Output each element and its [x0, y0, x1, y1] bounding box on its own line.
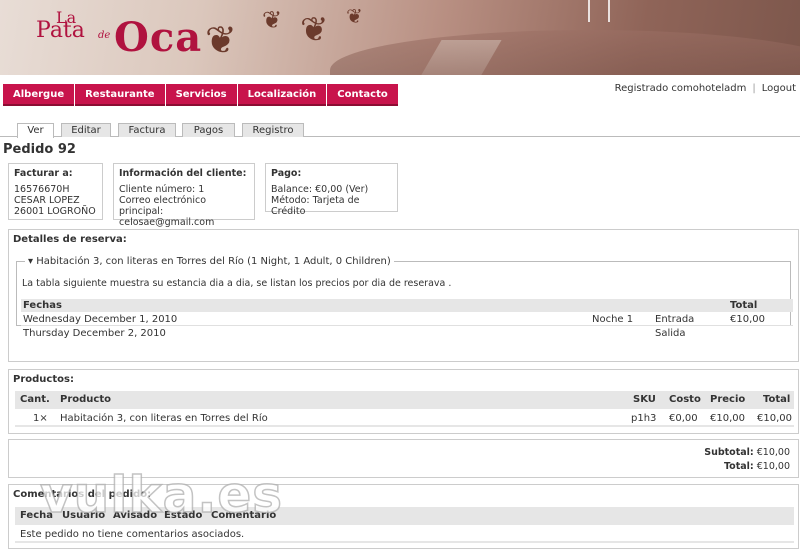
reservation-header-row: Fechas Total	[21, 299, 793, 312]
reservation-legend[interactable]: ▾ Habitación 3, con literas en Torres de…	[25, 256, 394, 267]
col-qty: Cant.	[20, 394, 50, 405]
row-price: €10,00	[710, 413, 745, 424]
nav-localizacion[interactable]: Localización	[237, 84, 327, 106]
banner-hill	[330, 30, 800, 75]
row-sku: p1h3	[631, 413, 657, 424]
tab-ver[interactable]: Ver	[17, 123, 54, 138]
total-label: Total:	[723, 461, 754, 472]
nav-albergue[interactable]: Albergue	[3, 84, 75, 106]
payment-method: Método: Tarjeta de Crédito	[271, 195, 360, 217]
registered-user[interactable]: Registrado comohoteladm	[615, 83, 747, 94]
reservation-title: Detalles de reserva:	[13, 234, 127, 245]
col-total: Total	[763, 394, 791, 405]
tab-registro[interactable]: Registro	[242, 123, 304, 137]
comments-empty: Este pedido no tiene comentarios asociad…	[20, 529, 245, 540]
row-product: Habitación 3, con literas en Torres del …	[60, 413, 268, 424]
butterfly-icon: ❦	[346, 4, 363, 28]
col-cost: Costo	[669, 394, 701, 405]
payment-title: Pago:	[271, 168, 302, 179]
billing-line: CESAR LOPEZ	[14, 195, 80, 206]
reservation-note: La tabla siguiente muestra su estancia d…	[22, 278, 452, 289]
col-fechas: Fechas	[23, 300, 62, 311]
table-row: Wednesday December 1, 2010 Noche 1 Entra…	[21, 313, 793, 326]
tab-editar[interactable]: Editar	[61, 123, 111, 137]
table-row: Thursday December 2, 2010 Salida	[21, 327, 793, 340]
row-date: Thursday December 2, 2010	[23, 328, 166, 339]
butterfly-icon: ❦	[262, 6, 283, 34]
products-header-row: Cant. Producto SKU Costo Precio Total	[15, 391, 794, 409]
butterfly-icon: ❦	[205, 18, 237, 62]
header-banner: La Pata de Oca ❦ ❦ ❦ ❦	[0, 0, 800, 75]
logout-link[interactable]: Logout	[762, 83, 796, 94]
row-qty: 1×	[33, 413, 48, 424]
main-nav: Albergue Restaurante Servicios Localizac…	[3, 84, 399, 106]
watermark: vulka.es	[39, 465, 283, 525]
order-tabs: Ver Editar Factura Pagos Registro	[0, 122, 800, 138]
page-title: Pedido 92	[3, 142, 76, 157]
total-value: €10,00	[756, 461, 790, 472]
col-sku: SKU	[633, 394, 656, 405]
subtotal-label: Subtotal:	[704, 447, 754, 458]
collapse-triangle-icon: ▾	[28, 256, 34, 267]
reservation-legend-text: Habitación 3, con literas en Torres del …	[36, 256, 391, 267]
banner-tower	[588, 0, 610, 22]
client-box: Información del cliente: Cliente número:…	[113, 163, 255, 228]
client-line: Correo electrónico principal:	[119, 195, 207, 217]
row-total: €10,00	[757, 413, 792, 424]
billing-title: Facturar a:	[14, 168, 73, 179]
tab-factura[interactable]: Factura	[118, 123, 176, 137]
butterfly-icon: ❦	[300, 10, 329, 50]
table-row: 1× Habitación 3, con literas en Torres d…	[15, 411, 794, 427]
reservation-panel: Detalles de reserva: ▾ Habitación 3, con…	[8, 229, 799, 362]
products-title: Productos:	[13, 374, 74, 385]
col-product: Producto	[60, 394, 111, 405]
client-email: celosae@gmail.com	[119, 217, 215, 228]
nav-servicios[interactable]: Servicios	[165, 84, 237, 106]
nav-restaurante[interactable]: Restaurante	[75, 84, 165, 106]
row-date: Wednesday December 1, 2010	[23, 314, 178, 325]
products-panel: Productos: Cant. Producto SKU Costo Prec…	[8, 369, 799, 434]
comments-empty-row: Este pedido no tiene comentarios asociad…	[15, 527, 794, 543]
user-bar: Registrado comohoteladm | Logout	[614, 83, 796, 94]
row-type: Salida	[655, 328, 686, 339]
subtotal-value: €10,00	[756, 447, 790, 458]
client-line: Cliente número: 1	[119, 184, 205, 195]
client-title: Información del cliente:	[119, 168, 247, 179]
payment-balance: Balance: €0,00 (Ver)	[271, 184, 369, 195]
tab-pagos[interactable]: Pagos	[182, 123, 235, 137]
billing-line: 16576670H	[14, 184, 70, 195]
row-total: €10,00	[730, 314, 765, 325]
row-cost: €0,00	[669, 413, 698, 424]
row-type: Entrada	[655, 314, 695, 325]
col-total: Total	[730, 300, 758, 311]
billing-line: 26001 LOGROÑO	[14, 206, 96, 217]
payment-box: Pago: Balance: €0,00 (Ver) Método: Tarje…	[265, 163, 398, 217]
billing-box: Facturar a: 16576670H CESAR LOPEZ 26001 …	[8, 163, 103, 220]
row-night: Noche 1	[592, 314, 634, 325]
nav-contacto[interactable]: Contacto	[327, 84, 398, 106]
totals-block: Subtotal: €10,00 Total: €10,00	[704, 446, 790, 474]
col-price: Precio	[710, 394, 746, 405]
